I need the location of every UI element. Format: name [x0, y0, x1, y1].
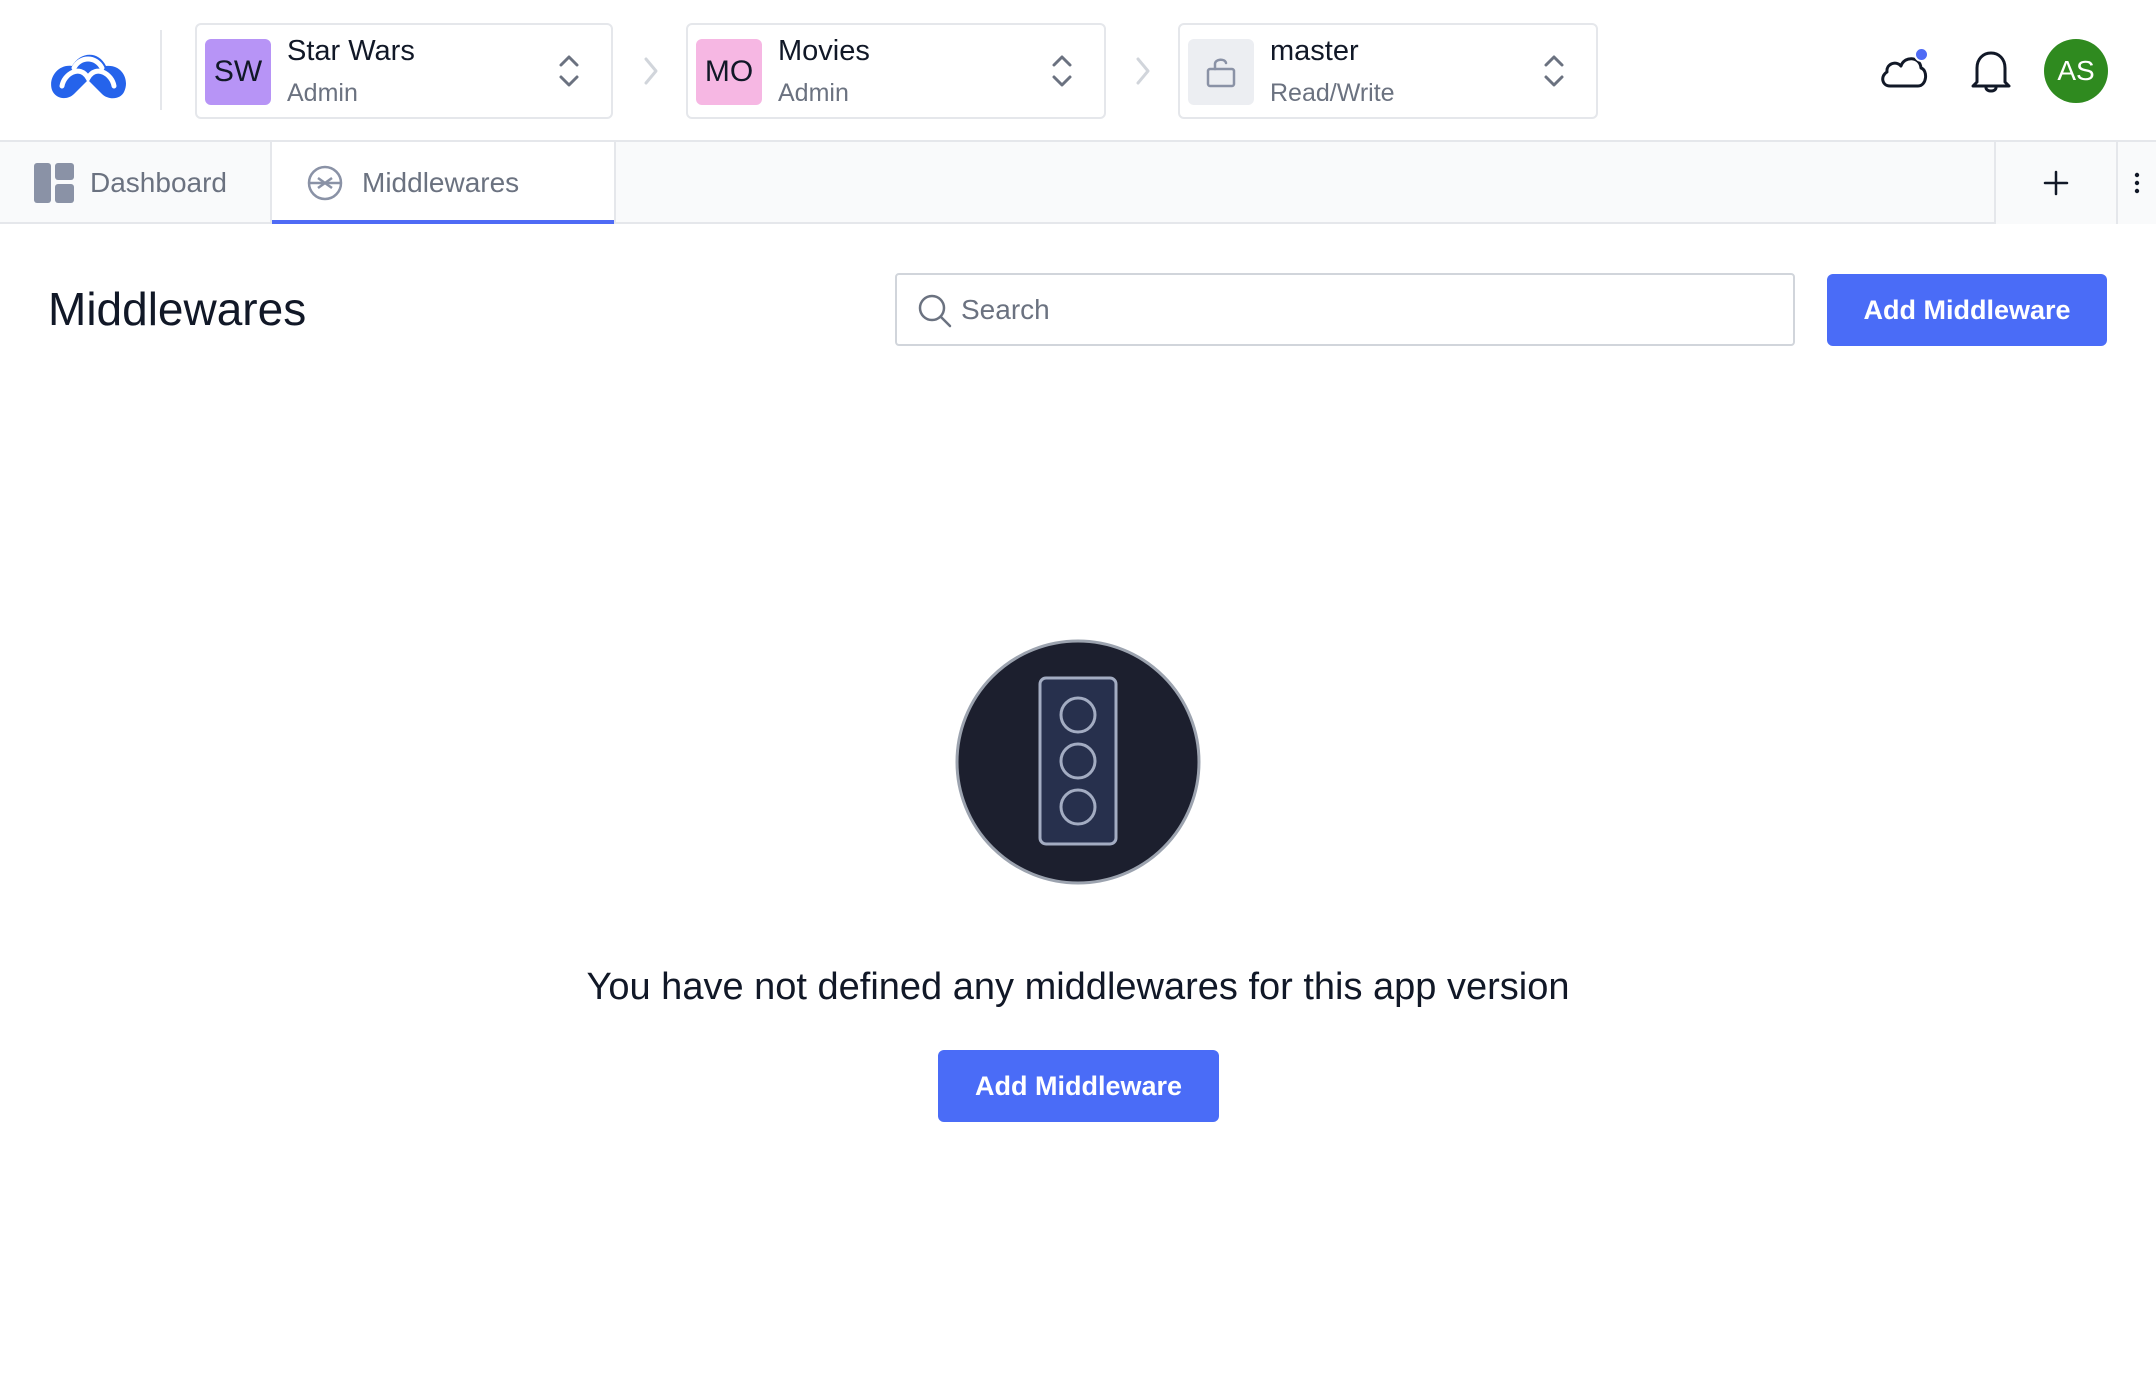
plus-icon: [2043, 170, 2069, 196]
chevron-up-down-icon: [559, 55, 579, 87]
dashboard-icon: [34, 163, 74, 203]
tab-dashboard[interactable]: Dashboard: [0, 142, 272, 224]
breadcrumb-chevron-icon: [644, 57, 658, 85]
chevron-up-down-icon: [1544, 55, 1564, 87]
branch-selector[interactable]: master Read/Write: [1178, 23, 1598, 119]
organization-selector[interactable]: SW Star Wars Admin: [195, 23, 613, 119]
tab-middlewares-label: Middlewares: [362, 167, 520, 198]
chevron-up-down-icon: [1052, 55, 1072, 87]
organization-name: Star Wars: [287, 35, 415, 67]
search-input[interactable]: [961, 277, 1781, 343]
tab-bar: Dashboard Middlewares: [0, 142, 2156, 224]
search-icon: [918, 294, 952, 328]
branch-badge: [1188, 39, 1254, 105]
breadcrumb-chevron-icon: [1136, 57, 1150, 85]
bridge-logo-icon[interactable]: [44, 38, 132, 104]
search-field[interactable]: [895, 273, 1795, 346]
add-middleware-button[interactable]: Add Middleware: [1827, 274, 2107, 346]
bell-icon[interactable]: [1969, 48, 2013, 94]
app-name: Movies: [778, 35, 870, 67]
tab-dashboard-label: Dashboard: [90, 167, 227, 198]
unlock-icon: [1206, 58, 1236, 88]
traffic-light-icon: [955, 639, 1201, 885]
tab-menu-button[interactable]: [2116, 142, 2156, 224]
top-bar: SW Star Wars Admin MO Movies Admin maste…: [0, 0, 2156, 142]
more-vertical-icon: [2134, 172, 2140, 194]
empty-state-message: You have not defined any middlewares for…: [586, 966, 1570, 1008]
active-tab-indicator: [272, 220, 614, 224]
user-avatar[interactable]: AS: [2044, 39, 2108, 103]
logo-divider: [160, 30, 162, 110]
organization-badge: SW: [205, 39, 271, 105]
empty-state-add-middleware-button[interactable]: Add Middleware: [938, 1050, 1219, 1122]
middleware-icon: [307, 165, 343, 201]
app-badge: MO: [696, 39, 762, 105]
add-tab-button[interactable]: [1994, 142, 2116, 224]
organization-role: Admin: [287, 79, 358, 107]
app-role: Admin: [778, 79, 849, 107]
page-title: Middlewares: [48, 283, 307, 335]
branch-permission: Read/Write: [1270, 79, 1395, 107]
notification-dot: [1914, 47, 1929, 62]
tab-middlewares[interactable]: Middlewares: [272, 142, 616, 224]
branch-name: master: [1270, 35, 1359, 67]
app-selector[interactable]: MO Movies Admin: [686, 23, 1106, 119]
